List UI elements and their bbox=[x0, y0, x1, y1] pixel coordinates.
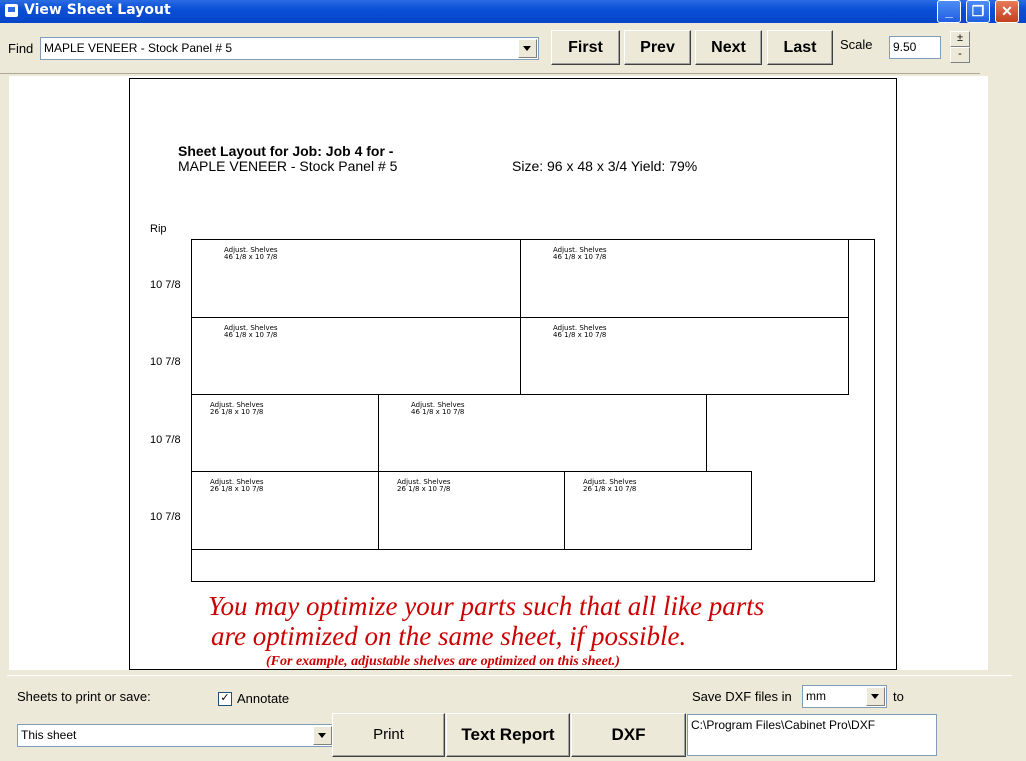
app-icon bbox=[5, 4, 18, 17]
scale-input[interactable]: 9.50 bbox=[889, 36, 941, 59]
output-panel: Sheets to print or save: ✓ Annotate This… bbox=[7, 675, 1012, 760]
check-icon: ✓ bbox=[220, 692, 230, 704]
next-button[interactable]: Next bbox=[695, 30, 762, 65]
annotate-checkbox[interactable]: ✓ bbox=[218, 692, 232, 706]
part-dims: 26 1/8 x 10 7/8 bbox=[583, 485, 637, 493]
sheets-dropdown-icon[interactable] bbox=[313, 726, 332, 745]
canvas-right-gap bbox=[988, 76, 1016, 670]
units-value: mm bbox=[806, 689, 826, 703]
rip-value: 10 7/8 bbox=[150, 511, 181, 523]
rip-value: 10 7/8 bbox=[150, 434, 181, 446]
last-button[interactable]: Last bbox=[767, 30, 833, 65]
find-dropdown-icon[interactable] bbox=[518, 39, 537, 58]
scale-spin-up[interactable]: ± bbox=[950, 31, 970, 47]
sheets-select[interactable]: This sheet bbox=[17, 724, 334, 747]
part-dims: 26 1/8 x 10 7/8 bbox=[397, 485, 451, 493]
toolbar: Find MAPLE VENEER - Stock Panel # 5 Firs… bbox=[0, 23, 1026, 75]
text-report-button[interactable]: Text Report bbox=[446, 713, 570, 757]
part-dims: 26 1/8 x 10 7/8 bbox=[210, 408, 264, 416]
scale-spin-down[interactable]: - bbox=[950, 47, 970, 63]
sheet-heading: Sheet Layout for Job: Job 4 for - bbox=[178, 143, 394, 159]
units-dropdown-icon[interactable] bbox=[866, 687, 885, 706]
part[interactable]: Adjust. Shelves 46 1/8 x 10 7/8 bbox=[191, 317, 521, 395]
part[interactable]: Adjust. Shelves 26 1/8 x 10 7/8 bbox=[191, 394, 379, 473]
part[interactable]: Adjust. Shelves 26 1/8 x 10 7/8 bbox=[378, 471, 565, 550]
save-dxf-label: Save DXF files in bbox=[692, 689, 792, 704]
annotate-label: Annotate bbox=[237, 691, 290, 706]
sheet-page: Sheet Layout for Job: Job 4 for - MAPLE … bbox=[129, 78, 897, 670]
close-icon: ✕ bbox=[1001, 3, 1013, 19]
part[interactable]: Adjust. Shelves 46 1/8 x 10 7/8 bbox=[191, 239, 521, 318]
note-line-2: are optimized on the same sheet, if poss… bbox=[211, 621, 687, 651]
toolbar-divider bbox=[0, 73, 980, 74]
first-button[interactable]: First bbox=[551, 30, 620, 65]
rip-value: 10 7/8 bbox=[150, 356, 181, 368]
dxf-path-input[interactable]: C:\Program Files\Cabinet Pro\DXF bbox=[687, 714, 937, 756]
part-dims: 46 1/8 x 10 7/8 bbox=[224, 253, 278, 261]
rip-label: Rip bbox=[150, 223, 167, 235]
maximize-icon: ❐ bbox=[971, 3, 985, 19]
to-label: to bbox=[893, 689, 904, 704]
part[interactable]: Adjust. Shelves 46 1/8 x 10 7/8 bbox=[520, 317, 849, 395]
sheets-label: Sheets to print or save: bbox=[17, 689, 151, 704]
note-line-3: (For example, adjustable shelves are opt… bbox=[266, 654, 620, 669]
dxf-path-value: C:\Program Files\Cabinet Pro\DXF bbox=[691, 718, 876, 732]
find-value: MAPLE VENEER - Stock Panel # 5 bbox=[44, 41, 233, 55]
part-dims: 46 1/8 x 10 7/8 bbox=[411, 408, 465, 416]
part-dims: 26 1/8 x 10 7/8 bbox=[210, 485, 264, 493]
find-label: Find bbox=[8, 41, 34, 56]
window-title: View Sheet Layout bbox=[24, 2, 171, 18]
part-dims: 46 1/8 x 10 7/8 bbox=[224, 331, 278, 339]
part-dims: 46 1/8 x 10 7/8 bbox=[553, 331, 607, 339]
sheet-size-yield: Size: 96 x 48 x 3/4 Yield: 79% bbox=[512, 158, 698, 174]
part[interactable]: Adjust. Shelves 46 1/8 x 10 7/8 bbox=[520, 239, 849, 318]
prev-button[interactable]: Prev bbox=[624, 30, 691, 65]
sheet-panel-name: MAPLE VENEER - Stock Panel # 5 bbox=[178, 158, 398, 174]
sheets-value: This sheet bbox=[21, 728, 77, 742]
minimize-icon: _ bbox=[945, 3, 953, 19]
units-select[interactable]: mm bbox=[802, 685, 887, 708]
print-button[interactable]: Print bbox=[332, 713, 445, 757]
find-combo[interactable]: MAPLE VENEER - Stock Panel # 5 bbox=[40, 37, 539, 60]
rip-value: 10 7/8 bbox=[150, 279, 181, 291]
note-line-1: You may optimize your parts such that al… bbox=[208, 591, 765, 621]
part[interactable]: Adjust. Shelves 26 1/8 x 10 7/8 bbox=[191, 471, 379, 550]
scale-value: 9.50 bbox=[893, 40, 917, 54]
part[interactable]: Adjust. Shelves 26 1/8 x 10 7/8 bbox=[564, 471, 752, 550]
close-button[interactable]: ✕ bbox=[995, 0, 1019, 23]
minimize-button[interactable]: _ bbox=[937, 0, 961, 23]
part-dims: 46 1/8 x 10 7/8 bbox=[553, 253, 607, 261]
maximize-button[interactable]: ❐ bbox=[966, 0, 990, 23]
dxf-button[interactable]: DXF bbox=[571, 713, 686, 757]
part[interactable]: Adjust. Shelves 46 1/8 x 10 7/8 bbox=[378, 394, 707, 473]
title-bar: View Sheet Layout _ ❐ ✕ bbox=[0, 0, 1026, 23]
scale-label: Scale bbox=[840, 37, 873, 52]
